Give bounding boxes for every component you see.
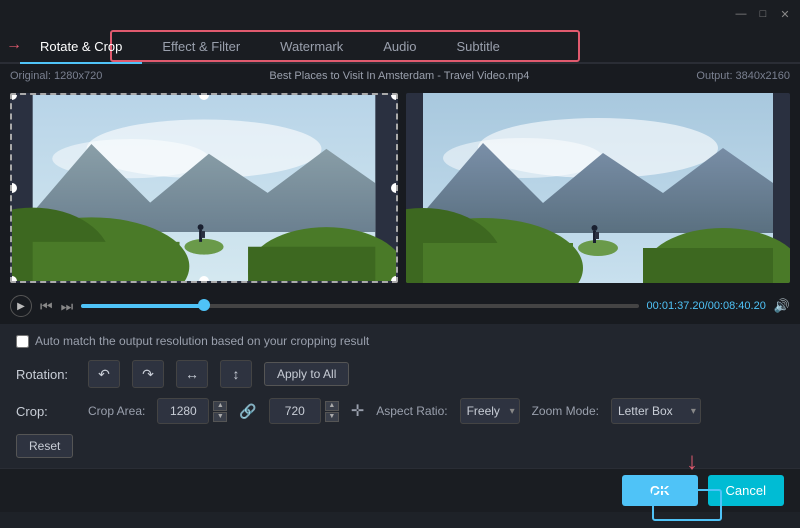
video-area: Original: 1280x720 Best Places to Visit … [0, 64, 800, 324]
playback-bar: ▶ ⏮ ⏭ 00:01:37.20/00:08:40.20 🔊 [0, 288, 800, 324]
checkbox-row: Auto match the output resolution based o… [16, 334, 784, 348]
video-preview-original [10, 93, 398, 283]
tab-watermark[interactable]: Watermark [260, 31, 363, 62]
crop-height-up[interactable]: ▲ [325, 401, 339, 411]
tab-rotate-crop[interactable]: Rotate & Crop [20, 31, 142, 64]
crop-area-label: Crop Area: [88, 404, 145, 418]
apply-all-button[interactable]: Apply to All [264, 362, 349, 386]
prev-frame-button[interactable]: ⏮ [40, 298, 53, 315]
video-preview-output [406, 93, 790, 283]
output-label: Output: 3840x2160 [696, 70, 790, 82]
seek-bar[interactable] [81, 304, 638, 308]
seek-fill [81, 304, 204, 308]
rotation-label: Rotation: [16, 367, 76, 382]
zoom-mode-label: Zoom Mode: [532, 404, 599, 418]
crop-handle-mr[interactable] [391, 183, 398, 193]
reset-row: Reset [16, 434, 784, 458]
bottom-bar: OK Cancel [0, 468, 800, 512]
video-title: Best Places to Visit In Amsterdam - Trav… [269, 70, 529, 82]
ok-button[interactable]: OK [622, 475, 698, 506]
crop-width-input[interactable] [157, 398, 209, 424]
rotation-row: Rotation: ↶ ↷ ↔ ↕ Apply to All [16, 360, 784, 388]
crop-height-group: ▲ ▼ [269, 398, 339, 424]
volume-icon[interactable]: 🔊 [774, 298, 790, 314]
reset-button[interactable]: Reset [16, 434, 73, 458]
crop-handle-bm[interactable] [199, 276, 209, 283]
ok-arrow-indicator: ↓ [686, 450, 698, 474]
tab-subtitle[interactable]: Subtitle [437, 31, 520, 62]
rotate-left-button[interactable]: ↶ [88, 360, 120, 388]
crop-width-spinners: ▲ ▼ [213, 401, 227, 422]
minimize-button[interactable]: — [734, 7, 748, 21]
flip-vertical-button[interactable]: ↕ [220, 360, 252, 388]
video-previews [0, 88, 800, 288]
crop-handle-bl[interactable] [10, 276, 17, 283]
crop-row: Crop: Crop Area: ▲ ▼ 🔗 ▲ ▼ ✛ Aspect Rati… [16, 398, 784, 424]
move-icon: ✛ [351, 401, 364, 421]
seek-thumb[interactable] [198, 299, 210, 311]
controls-area: Auto match the output resolution based o… [0, 324, 800, 468]
rotate-right-button[interactable]: ↷ [132, 360, 164, 388]
title-bar: — □ ✕ [0, 0, 800, 28]
auto-match-label: Auto match the output resolution based o… [35, 334, 369, 348]
aspect-ratio-label: Aspect Ratio: [376, 404, 447, 418]
time-display: 00:01:37.20/00:08:40.20 [647, 300, 766, 312]
link-icon: 🔗 [239, 403, 256, 420]
aspect-ratio-select[interactable]: Freely 16:9 4:3 1:1 [460, 398, 520, 424]
crop-handle-br[interactable] [391, 276, 398, 283]
maximize-button[interactable]: □ [756, 7, 770, 21]
aspect-ratio-wrapper: Freely 16:9 4:3 1:1 [460, 398, 520, 424]
crop-width-down[interactable]: ▼ [213, 412, 227, 422]
next-frame-button[interactable]: ⏭ [61, 298, 74, 315]
crop-width-group: ▲ ▼ [157, 398, 227, 424]
tab-effect-filter[interactable]: Effect & Filter [142, 31, 260, 62]
cancel-button[interactable]: Cancel [708, 475, 784, 506]
crop-handle-tr[interactable] [391, 93, 398, 100]
play-button[interactable]: ▶ [10, 295, 32, 317]
zoom-mode-wrapper: Letter Box Pan & Scan Full [611, 398, 701, 424]
crop-width-up[interactable]: ▲ [213, 401, 227, 411]
original-label: Original: 1280x720 [10, 70, 102, 82]
auto-match-checkbox[interactable] [16, 335, 29, 348]
crop-height-down[interactable]: ▼ [325, 412, 339, 422]
close-button[interactable]: ✕ [778, 7, 792, 21]
tab-bar: → Rotate & Crop Effect & Filter Watermar… [0, 28, 800, 64]
tab-audio[interactable]: Audio [363, 31, 436, 62]
zoom-mode-select[interactable]: Letter Box Pan & Scan Full [611, 398, 701, 424]
crop-height-input[interactable] [269, 398, 321, 424]
crop-height-spinners: ▲ ▼ [325, 401, 339, 422]
video-info-bar: Original: 1280x720 Best Places to Visit … [0, 64, 800, 88]
crop-label: Crop: [16, 404, 76, 419]
flip-horizontal-button[interactable]: ↔ [176, 360, 208, 388]
